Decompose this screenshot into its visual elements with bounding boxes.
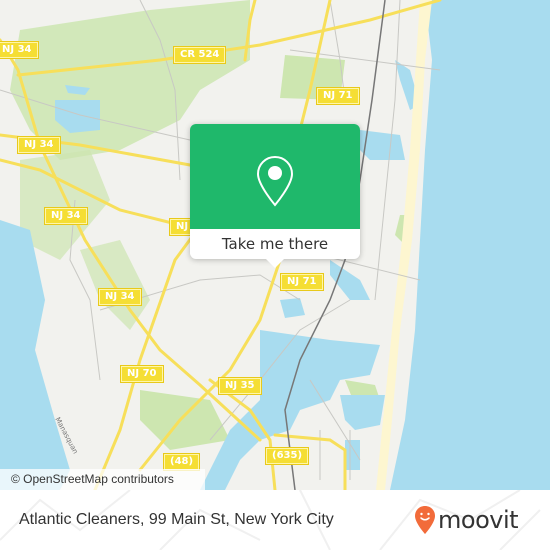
road-shield-nj34: NJ 34 (99, 289, 141, 305)
road-shield-nj34: NJ 34 (18, 137, 60, 153)
map-view[interactable]: Manasquan NJ 34 CR 524 NJ 34 NJ 71 NJ 34… (0, 0, 550, 490)
road-shield-635: (635) (266, 448, 309, 464)
road-shield-nj34: NJ 34 (0, 42, 38, 58)
map-attribution: © OpenStreetMap contributors (0, 469, 205, 490)
road-shield-cr524: CR 524 (174, 47, 226, 63)
road-shield-48: (48) (164, 454, 200, 470)
popup-header (190, 124, 360, 229)
location-popup: Take me there (190, 124, 360, 268)
moovit-pin-smile-icon (415, 506, 435, 534)
road-shield-nj71: NJ 71 (317, 88, 359, 104)
road-shield-nj71: NJ 71 (281, 274, 323, 290)
moovit-logo[interactable]: moovit (414, 502, 519, 538)
popup-pointer (265, 258, 285, 268)
road-shield-nj34: NJ 34 (45, 208, 87, 224)
location-address: Atlantic Cleaners, 99 Main St, New York … (19, 511, 334, 528)
footer-bar: Atlantic Cleaners, 99 Main St, New York … (0, 490, 550, 550)
road-shield-nj35: NJ 35 (219, 378, 261, 394)
road-shield-nj70: NJ 70 (121, 366, 163, 382)
moovit-wordmark: moovit (438, 506, 519, 534)
map-pin-icon (256, 155, 294, 207)
take-me-there-button[interactable]: Take me there (190, 229, 360, 259)
